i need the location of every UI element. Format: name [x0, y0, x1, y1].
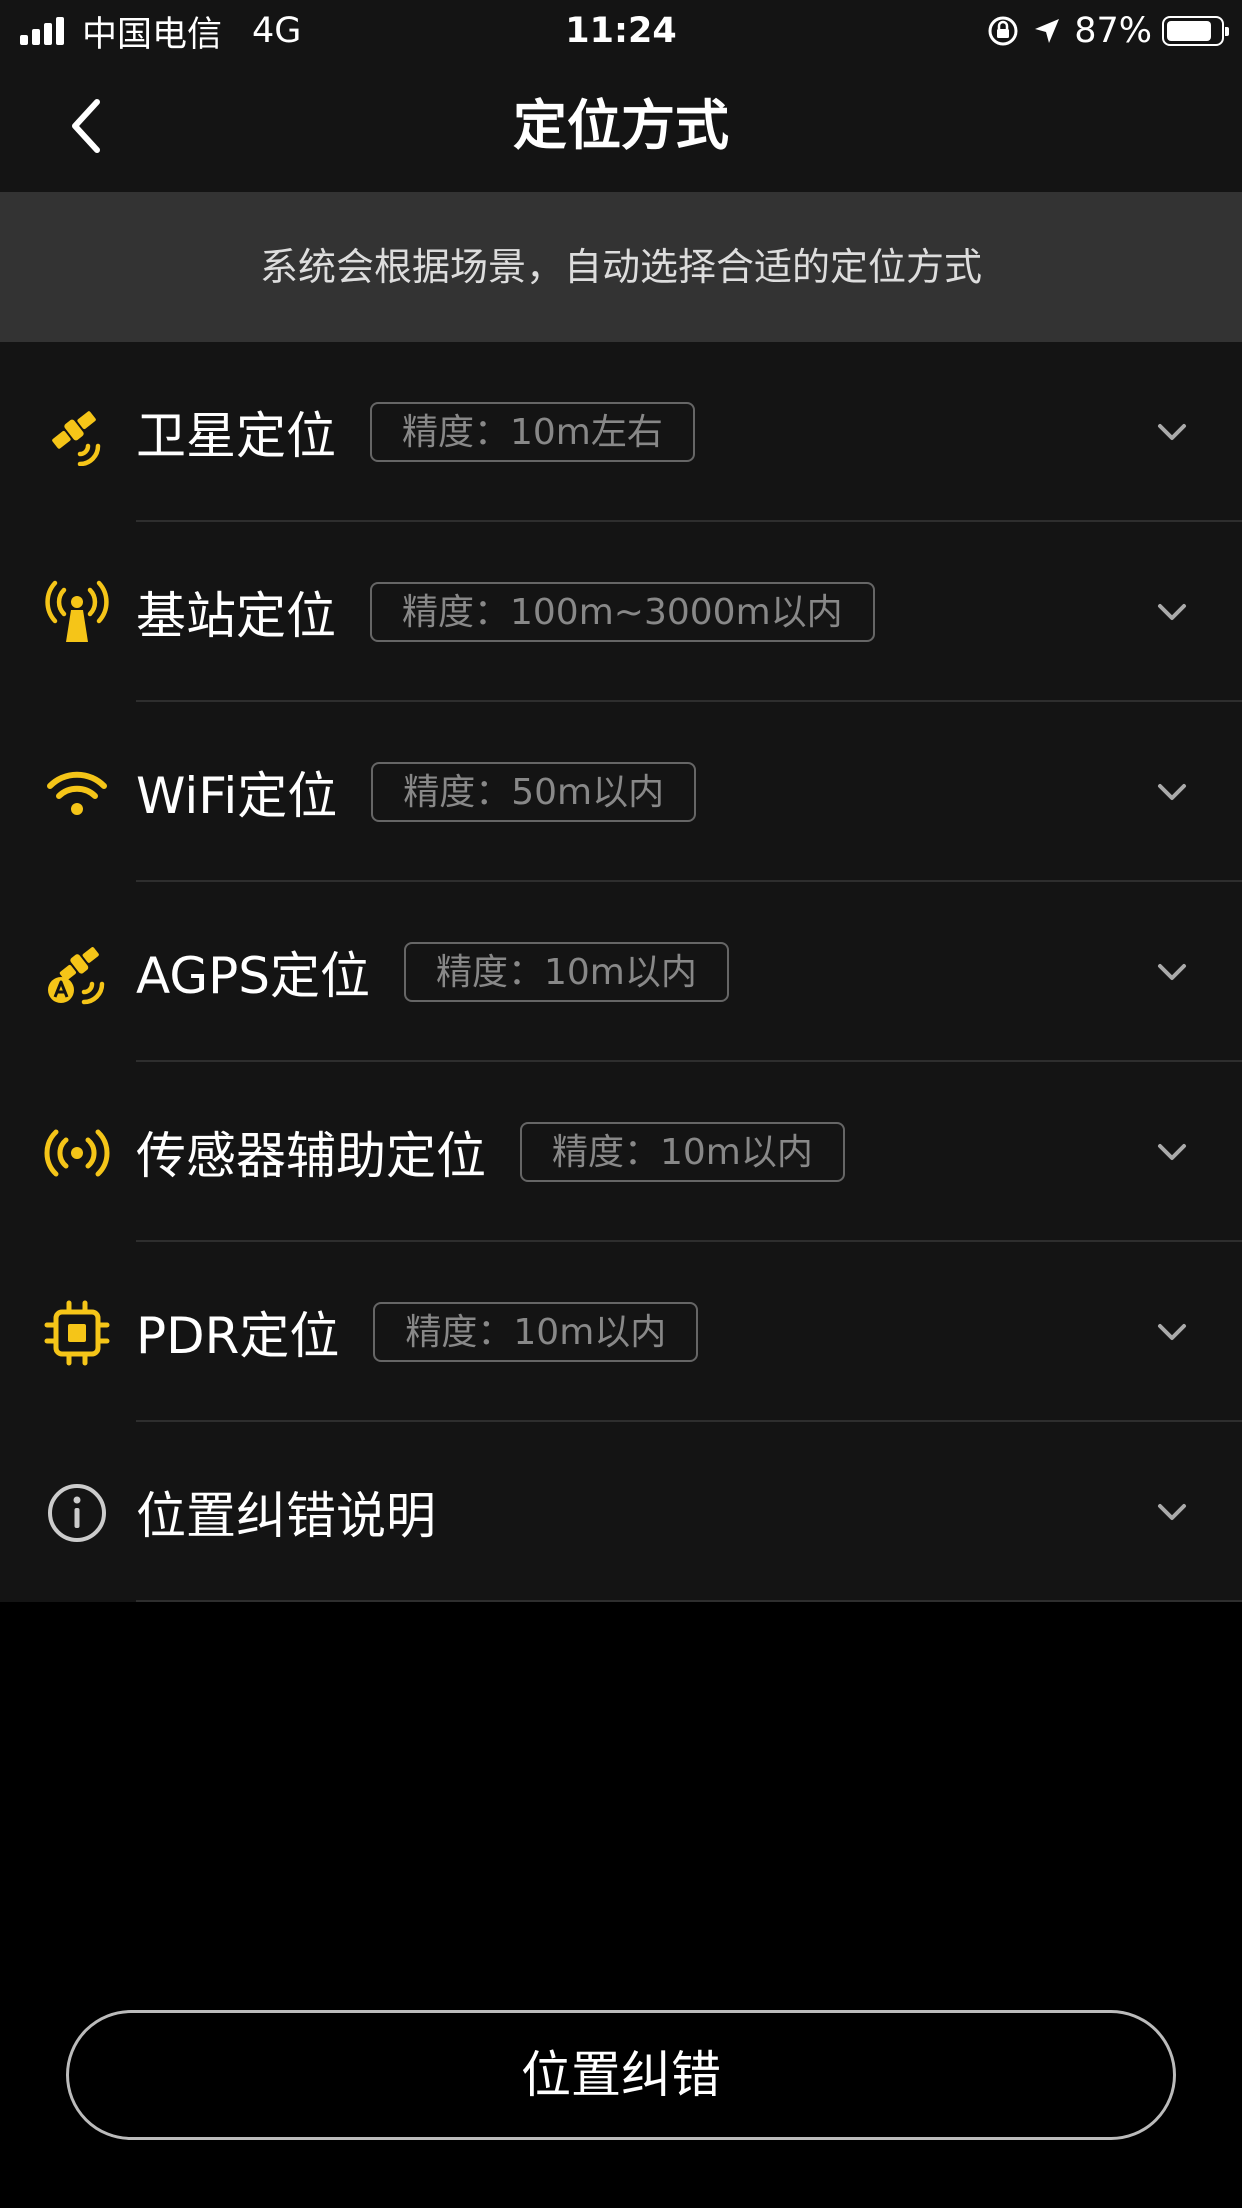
chevron-down-icon [1158, 1504, 1186, 1520]
method-name: 卫星定位 [136, 407, 336, 465]
chevron-left-icon [72, 99, 100, 153]
back-button[interactable] [56, 94, 116, 158]
method-row-pdr[interactable]: PDR定位 精度：10m以内 [0, 1242, 1242, 1422]
location-correction-button[interactable]: 位置纠错 [66, 2010, 1176, 2140]
correction-info-row[interactable]: 位置纠错说明 [0, 1422, 1242, 1602]
wifi-icon [47, 771, 107, 815]
page-title: 定位方式 [513, 94, 729, 157]
sensor-icon [44, 1129, 110, 1177]
row-divider [136, 1600, 1242, 1602]
location-arrow-icon [1035, 19, 1060, 43]
precision-badge: 精度：10m以内 [403, 942, 729, 1002]
agps-satellite-icon [48, 947, 105, 1005]
method-name: AGPS定位 [136, 947, 370, 1005]
info-icon [48, 1484, 106, 1542]
method-name: 基站定位 [136, 587, 336, 645]
precision-badge: 精度：50m以内 [371, 762, 697, 822]
method-row-cell-tower[interactable]: 基站定位 精度：100m~3000m以内 [0, 522, 1242, 702]
nav-bar: 定位方式 [0, 64, 1242, 192]
chevron-down-icon [1158, 964, 1186, 980]
method-label: 位置纠错说明 [136, 1422, 436, 1602]
positioning-method-list: 卫星定位 精度：10m左右 基站定位 精度：100m~3000m以内 WiFi定… [0, 342, 1242, 1602]
method-name: WiFi定位 [136, 767, 338, 825]
precision-badge: 精度：10m左右 [370, 402, 695, 462]
status-right: 87% [986, 8, 1229, 54]
method-name: 传感器辅助定位 [136, 1127, 486, 1185]
precision-badge: 精度：10m以内 [520, 1122, 845, 1182]
precision-badge: 精度：10m以内 [373, 1302, 699, 1362]
info-banner: 系统会根据场景，自动选择合适的定位方式 [0, 192, 1242, 342]
method-name: PDR定位 [136, 1307, 340, 1365]
method-name: 位置纠错说明 [136, 1487, 436, 1545]
method-row-sensor[interactable]: 传感器辅助定位 精度：10m以内 [0, 1062, 1242, 1242]
chip-icon [44, 1300, 110, 1366]
top-bar: 中国电信 4G 11:24 87% 定位方式 [0, 0, 1242, 192]
cell-tower-icon [45, 580, 109, 642]
chevron-down-icon [1158, 784, 1186, 800]
method-label: WiFi定位 精度：50m以内 [136, 702, 697, 882]
battery-percent: 87% [1074, 11, 1152, 51]
precision-badge: 精度：100m~3000m以内 [370, 582, 875, 642]
chevron-down-icon [1158, 424, 1186, 440]
satellite-icon [52, 411, 101, 466]
method-row-agps[interactable]: AGPS定位 精度：10m以内 [0, 882, 1242, 1062]
battery-fill [1167, 21, 1212, 41]
method-label: 卫星定位 精度：10m左右 [136, 342, 695, 522]
chevron-down-icon [1158, 604, 1186, 620]
method-label: AGPS定位 精度：10m以内 [136, 882, 729, 1062]
chevron-down-icon [1158, 1144, 1186, 1160]
chevron-down-icon [1158, 1324, 1186, 1340]
method-label: PDR定位 精度：10m以内 [136, 1242, 699, 1422]
method-label: 基站定位 精度：100m~3000m以内 [136, 522, 875, 702]
status-bar: 中国电信 4G 11:24 87% [0, 0, 1242, 64]
method-row-wifi[interactable]: WiFi定位 精度：50m以内 [0, 702, 1242, 882]
battery-icon [1162, 16, 1229, 46]
method-row-satellite[interactable]: 卫星定位 精度：10m左右 [0, 342, 1242, 522]
rotation-lock-icon [988, 16, 1018, 46]
method-label: 传感器辅助定位 精度：10m以内 [136, 1062, 845, 1242]
